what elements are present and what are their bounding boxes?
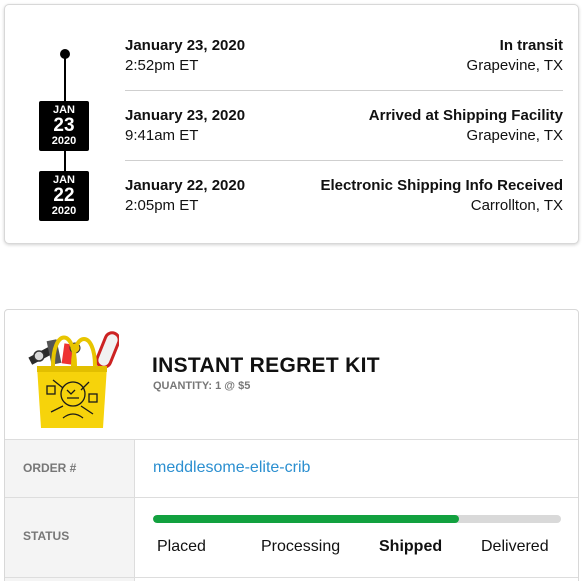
badge-year: 2020 xyxy=(51,205,77,217)
product-quantity: QUANTITY: 1 @ $5 xyxy=(153,380,251,392)
product-title: INSTANT REGRET KIT xyxy=(152,354,380,377)
date-badge: JAN 22 2020 xyxy=(39,171,89,221)
event-date: January 23, 2020 xyxy=(125,37,246,54)
event-time: 2:05pm ET xyxy=(125,197,199,214)
order-number-label: ORDER # xyxy=(23,461,77,475)
step-shipped: Shipped xyxy=(379,538,443,555)
progress-track xyxy=(153,515,561,523)
badge-month: JAN xyxy=(52,174,75,186)
event-time: 9:41am ET xyxy=(125,127,199,144)
event-date: January 22, 2020 xyxy=(125,177,246,194)
date-badge: JAN 23 2020 xyxy=(39,101,89,151)
badge-year: 2020 xyxy=(51,135,77,147)
badge-day: 23 xyxy=(53,115,75,136)
order-number-link[interactable]: meddlesome-elite-crib xyxy=(153,459,310,477)
timeline-dot xyxy=(60,49,70,59)
status-label: STATUS xyxy=(23,529,70,543)
badge-day: 22 xyxy=(53,185,75,206)
event-location: Carrollton, TX xyxy=(470,197,563,214)
status-row: STATUS Placed Processing Shipped Deliver… xyxy=(5,497,578,577)
order-card: INSTANT REGRET KIT QUANTITY: 1 @ $5 ORDE… xyxy=(4,309,579,581)
event-time: 2:52pm ET xyxy=(125,57,199,74)
event-status: In transit xyxy=(499,37,563,54)
event-location: Grapevine, TX xyxy=(466,57,563,74)
progress-fill xyxy=(153,515,459,523)
next-row xyxy=(5,577,578,581)
event-location: Grapevine, TX xyxy=(466,127,563,144)
step-processing: Processing xyxy=(261,538,341,555)
tracking-event: January 23, 2020 2:52pm ET In transit Gr… xyxy=(125,37,563,93)
badge-month: JAN xyxy=(52,104,75,116)
tracking-event: January 22, 2020 2:05pm ET Electronic Sh… xyxy=(125,160,563,216)
step-delivered: Delivered xyxy=(481,538,549,555)
event-date: January 23, 2020 xyxy=(125,107,246,124)
tracking-history-card: JAN 23 2020 JAN 22 2020 January 23, 2020… xyxy=(4,4,579,244)
event-status: Arrived at Shipping Facility xyxy=(368,107,563,124)
label-cell: ORDER # xyxy=(5,440,135,497)
step-placed: Placed xyxy=(157,538,206,555)
tracking-event: January 23, 2020 9:41am ET Arrived at Sh… xyxy=(125,90,563,146)
order-number-row: ORDER # meddlesome-elite-crib xyxy=(5,439,578,497)
tote-bag-icon xyxy=(23,322,121,430)
label-cell: STATUS xyxy=(5,498,135,577)
event-status: Electronic Shipping Info Received xyxy=(320,177,563,194)
